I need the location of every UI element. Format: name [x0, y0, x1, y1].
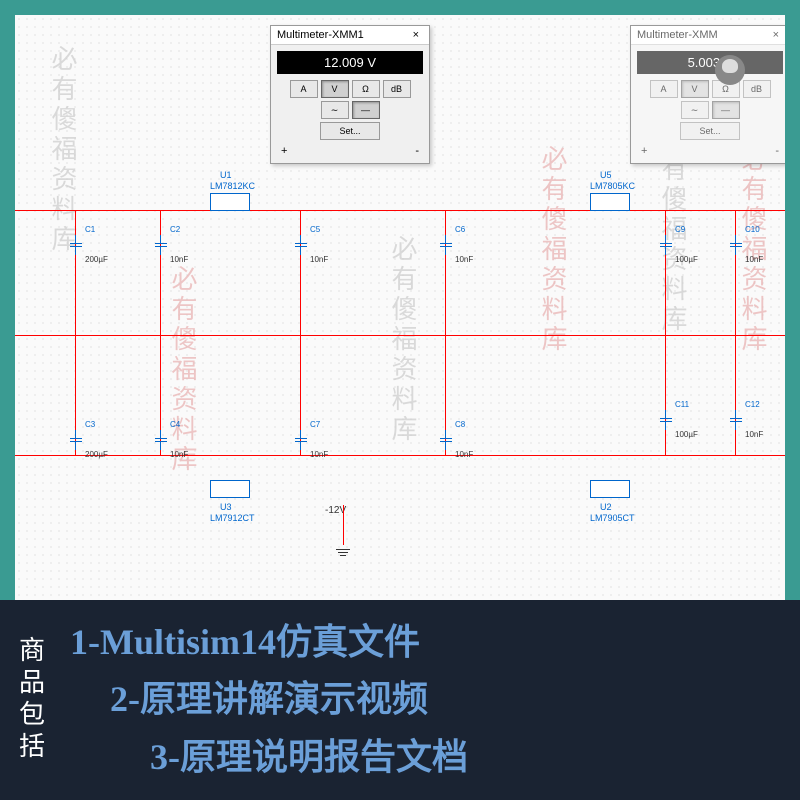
multimeter-2-reading: 5.003 V [637, 51, 783, 74]
label-u2: U2 [600, 502, 612, 512]
label-u5: U5 [600, 170, 612, 180]
value-c3: 200µF [85, 450, 108, 459]
set-button[interactable]: Set... [320, 122, 380, 140]
banner-label: 商品包括 [0, 600, 60, 800]
banner-items: 1-Multisim14仿真文件 2-原理讲解演示视频 3-原理说明报告文档 [60, 600, 800, 800]
capacitor-c9[interactable] [660, 235, 672, 255]
value-c9: 100µF [675, 255, 698, 264]
mode-db-button[interactable]: dB [743, 80, 771, 98]
label-c2: C2 [170, 225, 180, 234]
banner-item-2: 2-原理讲解演示视频 [70, 671, 800, 729]
label-c6: C6 [455, 225, 465, 234]
multimeter-1-title: Multimeter-XMM1 [277, 29, 364, 41]
label-c11: C11 [675, 400, 689, 409]
ground-symbol[interactable] [335, 545, 351, 559]
terminal-pos: + [641, 145, 647, 157]
value-c5: 10nF [310, 255, 328, 264]
mode-v-button[interactable]: V [681, 80, 709, 98]
banner-item-1: 1-Multisim14仿真文件 [70, 614, 800, 672]
terminal-pos: + [281, 145, 287, 157]
watermark: 必有傻福资料库 [535, 145, 572, 355]
terminal-neg: - [415, 145, 419, 157]
label-c10: C10 [745, 225, 760, 234]
ic-u3[interactable] [210, 480, 250, 498]
watermark: 必有傻福资料库 [165, 265, 202, 475]
ic-u1[interactable] [210, 193, 250, 211]
value-c7: 10nF [310, 450, 328, 459]
bottom-banner: 商品包括 1-Multisim14仿真文件 2-原理讲解演示视频 3-原理说明报… [0, 600, 800, 800]
capacitor-c5[interactable] [295, 235, 307, 255]
label-c8: C8 [455, 420, 465, 429]
outer-frame: 百度网盘自动发货 百度网盘自动发货 必有傻福资料库 必有傻福资料库 必有傻福资料… [0, 0, 800, 800]
capacitor-c11[interactable] [660, 410, 672, 430]
wave-ac-button[interactable]: ∼ [321, 101, 349, 119]
value-c6: 10nF [455, 255, 473, 264]
label-c5: C5 [310, 225, 320, 234]
terminal-neg: - [775, 145, 779, 157]
value-c12: 10nF [745, 430, 763, 439]
wave-dc-button[interactable]: — [352, 101, 380, 119]
mode-a-button[interactable]: A [650, 80, 678, 98]
wire [15, 210, 785, 211]
value-u2: LM7905CT [590, 513, 635, 523]
wave-dc-button[interactable]: — [712, 101, 740, 119]
watermark: 必有傻福资料库 [45, 45, 82, 255]
schematic-canvas[interactable]: 必有傻福资料库 必有傻福资料库 必有傻福资料库 必有傻福资料库 必有傻福资料库 … [15, 15, 785, 600]
capacitor-c12[interactable] [730, 410, 742, 430]
watermark: 必有傻福资料库 [385, 235, 422, 445]
capacitor-c4[interactable] [155, 430, 167, 450]
label-c12: C12 [745, 400, 760, 409]
capacitor-c2[interactable] [155, 235, 167, 255]
multimeter-1[interactable]: Multimeter-XMM1 × 12.009 V A V Ω dB ∼ — … [270, 25, 430, 164]
value-c8: 10nF [455, 450, 473, 459]
multimeter-2-title: Multimeter-XMM [637, 29, 718, 41]
value-u3: LM7912CT [210, 513, 255, 523]
capacitor-c1[interactable] [70, 235, 82, 255]
ic-u2[interactable] [590, 480, 630, 498]
mode-v-button[interactable]: V [321, 80, 349, 98]
value-c1: 200µF [85, 255, 108, 264]
value-c11: 100µF [675, 430, 698, 439]
wave-ac-button[interactable]: ∼ [681, 101, 709, 119]
ic-u5[interactable] [590, 193, 630, 211]
close-icon[interactable]: × [769, 29, 783, 41]
close-icon[interactable]: × [409, 29, 423, 41]
label-u3: U3 [220, 502, 232, 512]
multimeter-1-reading: 12.009 V [277, 51, 423, 74]
value-c4: 10nF [170, 450, 188, 459]
value-c2: 10nF [170, 255, 188, 264]
label-c3: C3 [85, 420, 95, 429]
set-button[interactable]: Set... [680, 122, 740, 140]
capacitor-c3[interactable] [70, 430, 82, 450]
value-u5: LM7805KC [590, 181, 635, 191]
label-u1: U1 [220, 170, 232, 180]
label-c4: C4 [170, 420, 180, 429]
banner-item-3: 3-原理说明报告文档 [70, 729, 800, 787]
wire [15, 455, 785, 456]
multimeter-2[interactable]: Multimeter-XMM × 5.003 V A V Ω dB ∼ — Se… [630, 25, 785, 164]
mode-db-button[interactable]: dB [383, 80, 411, 98]
mode-a-button[interactable]: A [290, 80, 318, 98]
value-u1: LM7812KC [210, 181, 255, 191]
wire [343, 505, 344, 545]
capacitor-c7[interactable] [295, 430, 307, 450]
label-c7: C7 [310, 420, 320, 429]
capacitor-c6[interactable] [440, 235, 452, 255]
wire [15, 335, 785, 336]
value-c10: 10nF [745, 255, 763, 264]
label-c9: C9 [675, 225, 685, 234]
avatar [715, 55, 745, 85]
label-c1: C1 [85, 225, 95, 234]
capacitor-c10[interactable] [730, 235, 742, 255]
capacitor-c8[interactable] [440, 430, 452, 450]
mode-ohm-button[interactable]: Ω [352, 80, 380, 98]
